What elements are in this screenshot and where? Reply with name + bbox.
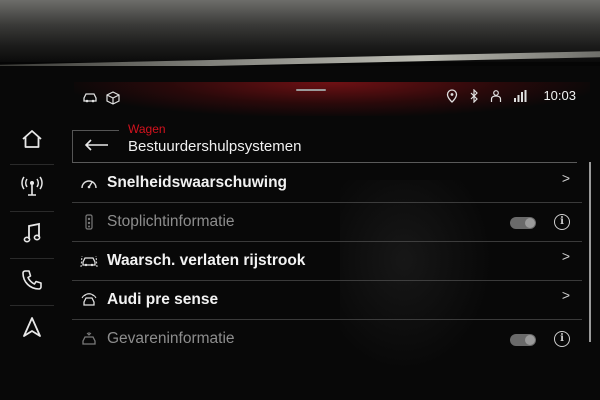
phone-icon	[21, 269, 43, 296]
package-icon[interactable]	[106, 91, 120, 105]
list-item-label: Snelheidswaarschuwing	[107, 174, 288, 191]
pre-sense-icon	[80, 292, 98, 308]
page-title: Bestuurdershulpsystemen	[128, 138, 302, 155]
toggle-knob	[525, 335, 535, 345]
list-item-label: Waarsch. verlaten rijstrook	[107, 252, 306, 269]
list-item-label: Audi pre sense	[107, 291, 219, 308]
nav-media[interactable]	[10, 212, 54, 259]
breadcrumb[interactable]: Wagen	[128, 122, 166, 136]
location-icon[interactable]	[445, 88, 459, 103]
pull-down-handle[interactable]	[296, 89, 326, 91]
home-icon	[21, 129, 43, 154]
chevron-right-icon: >	[561, 248, 570, 264]
chevron-right-icon: >	[561, 170, 570, 186]
person-icon[interactable]	[489, 89, 503, 103]
car-status-icon[interactable]	[82, 91, 98, 105]
toggle-knob	[525, 218, 535, 228]
navigation-arrow-icon	[22, 316, 42, 343]
header-divider	[72, 162, 577, 163]
toggle-switch[interactable]	[510, 217, 536, 229]
settings-list: Snelheidswaarschuwing > Stoplichtinforma…	[72, 164, 582, 358]
bluetooth-icon[interactable]	[469, 88, 479, 103]
list-item-gevareninformatie[interactable]: Gevareninformatie i	[72, 320, 582, 358]
list-item-waarsch-verlaten-rijstrook[interactable]: Waarsch. verlaten rijstrook >	[72, 242, 582, 281]
side-navigation	[10, 118, 54, 358]
antenna-icon	[20, 175, 44, 202]
hazard-info-icon	[80, 331, 98, 347]
scrollbar[interactable]	[589, 162, 591, 342]
back-arrow-icon	[83, 138, 109, 156]
back-button[interactable]	[72, 130, 119, 163]
toggle-switch[interactable]	[510, 334, 536, 346]
list-item-label: Stoplichtinformatie	[107, 213, 235, 230]
status-bar: 10:03	[74, 82, 590, 116]
lane-departure-icon	[80, 253, 98, 269]
info-icon[interactable]: i	[554, 331, 570, 347]
list-item-label: Gevareninformatie	[107, 330, 235, 347]
clock: 10:03	[543, 88, 576, 103]
lte-signal-icon[interactable]	[513, 89, 529, 103]
list-item-audi-pre-sense[interactable]: Audi pre sense >	[72, 281, 582, 320]
list-item-stoplichtinformatie[interactable]: Stoplichtinformatie i	[72, 203, 582, 242]
info-icon[interactable]: i	[554, 214, 570, 230]
nav-navigation[interactable]	[10, 306, 54, 352]
chevron-right-icon: >	[561, 287, 570, 303]
traffic-light-icon	[80, 214, 98, 230]
list-item-snelheidswaarschuwing[interactable]: Snelheidswaarschuwing >	[72, 164, 582, 203]
nav-home[interactable]	[10, 118, 54, 165]
nav-phone[interactable]	[10, 259, 54, 306]
music-note-icon	[22, 222, 42, 249]
nav-radio[interactable]	[10, 165, 54, 212]
speedometer-icon	[80, 175, 98, 191]
